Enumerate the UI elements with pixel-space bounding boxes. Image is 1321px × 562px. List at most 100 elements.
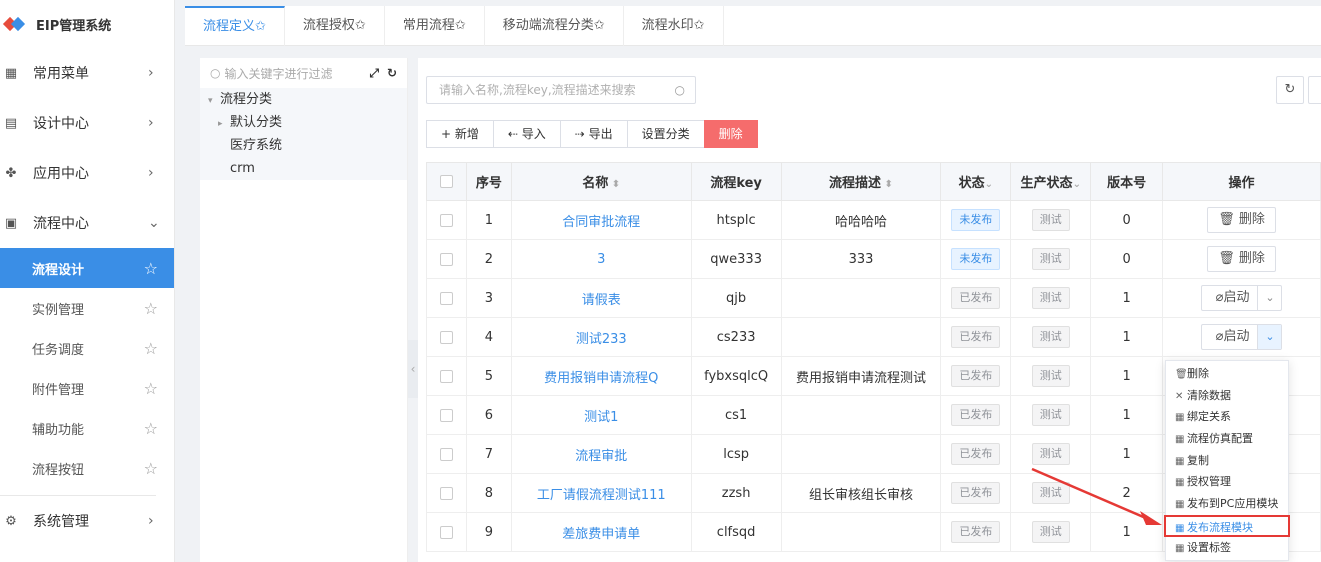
row-actions-cell: ⌀启动 ⌄ — [1162, 278, 1321, 318]
tree-node-root[interactable]: ▾ 流程分类 — [200, 88, 407, 111]
status-badge: 已发布 — [951, 443, 1001, 465]
process-name-link[interactable]: 差旅费申请单 — [562, 527, 640, 542]
tree-node[interactable]: 医疗系统 — [200, 134, 407, 157]
sidebar-menu-1[interactable]: ▤ 设计中心 › — [0, 98, 174, 148]
sidebar-subitem-2[interactable]: 任务调度 ☆ — [0, 328, 174, 368]
chevron-down-icon[interactable]: ⌄ — [1073, 179, 1081, 190]
tree-node[interactable]: ▸ 默认分类 — [200, 111, 407, 134]
sidebar-subitem-3[interactable]: 附件管理 ☆ — [0, 368, 174, 408]
select-all-checkbox[interactable] — [439, 175, 453, 188]
add-button[interactable]: + 新增 — [426, 120, 494, 148]
star-icon[interactable]: ☆ — [144, 379, 158, 398]
dropdown-item-1[interactable]: ✕ 清除数据 — [1166, 385, 1288, 407]
tab-0[interactable]: 流程定义✩ — [185, 6, 285, 46]
row-checkbox[interactable] — [439, 369, 453, 383]
process-name-link[interactable]: 工厂请假流程测试111 — [537, 488, 666, 503]
expand-icon[interactable]: ⤢ — [369, 66, 379, 81]
row-select-cell — [426, 278, 467, 318]
row-checkbox[interactable] — [439, 330, 453, 344]
sort-icon[interactable]: ⬍ — [881, 179, 893, 190]
sidebar-subitem-4[interactable]: 辅助功能 ☆ — [0, 408, 174, 448]
column-header-label: 流程描述 — [829, 176, 882, 191]
process-name-link[interactable]: 流程审批 — [575, 449, 627, 464]
dropdown-item-0[interactable]: 🗑删除 — [1166, 363, 1288, 385]
star-icon[interactable]: ☆ — [144, 339, 158, 358]
refresh-button[interactable]: ↻ — [1276, 76, 1304, 104]
collapse-handle[interactable]: ‹ — [408, 340, 418, 398]
row-delete-button[interactable]: 🗑 删除 — [1207, 207, 1276, 233]
row-select-cell — [426, 317, 467, 357]
row-description — [780, 278, 942, 318]
sidebar-subitem-1[interactable]: 实例管理 ☆ — [0, 288, 174, 328]
star-icon[interactable]: ☆ — [144, 299, 158, 318]
status-badge: 已发布 — [951, 287, 1001, 309]
refresh-icon[interactable]: ↻ — [387, 66, 397, 80]
set-category-button[interactable]: 设置分类 — [626, 120, 705, 148]
trash-icon: 🗑 — [1218, 212, 1239, 227]
row-checkbox[interactable] — [439, 408, 453, 422]
sidebar-menu-3[interactable]: ▣ 流程中心 ⌄ — [0, 198, 174, 248]
dropdown-item-5[interactable]: ▦ 授权管理 — [1166, 471, 1288, 493]
tree-search-input[interactable]: ○ 输入关键字进行过滤 ⤢ ↻ — [200, 58, 407, 88]
column-header[interactable]: 状态⌄ — [940, 162, 1012, 201]
chevron-down-icon[interactable]: ⌄ — [1257, 325, 1282, 349]
more-button[interactable] — [1308, 76, 1321, 104]
table-row: 2 3 qwe333 333 未发布 测试 0 🗑 删除 — [426, 239, 1321, 279]
row-checkbox[interactable] — [439, 252, 453, 266]
prod-status-badge: 测试 — [1031, 287, 1070, 309]
sidebar-subitem-0[interactable]: 流程设计 ☆ — [0, 248, 174, 288]
star-icon[interactable]: ☆ — [144, 259, 158, 278]
row-key: fybxsqlcQ — [690, 356, 782, 396]
row-checkbox[interactable] — [439, 525, 453, 539]
dropdown-item-6[interactable]: ▦ 发布到PC应用模块 — [1166, 493, 1288, 515]
tab-1[interactable]: 流程授权✩ — [285, 6, 385, 46]
sort-icon[interactable]: ⬍ — [608, 179, 620, 190]
row-delete-button[interactable]: 🗑 删除 — [1207, 246, 1276, 272]
dropdown-item-7[interactable]: ▦ 发布流程模块 — [1164, 514, 1290, 537]
process-name-link[interactable]: 测试233 — [576, 332, 627, 347]
process-name-link[interactable]: 合同审批流程 — [562, 215, 640, 230]
tab-2[interactable]: 常用流程✩ — [385, 6, 485, 46]
row-description — [780, 512, 942, 552]
row-version: 2 — [1090, 473, 1164, 513]
row-delete-label: 删除 — [1238, 212, 1265, 227]
row-checkbox[interactable] — [439, 486, 453, 500]
column-header[interactable]: 名称 ⬍ — [510, 162, 692, 201]
prod-status-badge: 测试 — [1031, 482, 1070, 504]
sidebar-subitem-5[interactable]: 流程按钮 ☆ — [0, 448, 174, 488]
column-header[interactable]: 生产状态⌄ — [1010, 162, 1092, 201]
import-button[interactable]: ⇠ 导入 — [492, 120, 561, 148]
tab-4[interactable]: 流程水印✩ — [624, 6, 724, 46]
row-actions-cell: 🗑 删除 — [1162, 200, 1321, 240]
process-name-link[interactable]: 3 — [597, 252, 605, 267]
category-tree: ○ 输入关键字进行过滤 ⤢ ↻ ▾ 流程分类 ▸ 默认分类 医疗系统 crm — [200, 58, 408, 562]
dropdown-item-8[interactable]: ▦ 设置标签 — [1166, 537, 1288, 559]
row-start-button[interactable]: ⌀启动 — [1202, 286, 1258, 310]
sidebar-menu-2[interactable]: ✤ 应用中心 › — [0, 148, 174, 198]
search-input[interactable]: 请输入名称,流程key,流程描述来搜索 ○ — [426, 76, 696, 104]
dropdown-item-2[interactable]: ▦ 绑定关系 — [1166, 406, 1288, 428]
row-description: 哈哈哈哈 — [780, 200, 942, 240]
row-checkbox[interactable] — [439, 213, 453, 227]
grid-icon: ▦ — [1175, 499, 1185, 511]
chevron-down-icon[interactable]: ⌄ — [985, 179, 993, 190]
process-name-link[interactable]: 费用报销申请流程Q — [544, 371, 658, 386]
row-start-button[interactable]: ⌀启动 — [1202, 325, 1258, 349]
row-checkbox[interactable] — [439, 447, 453, 461]
column-header[interactable]: 流程描述 ⬍ — [780, 162, 942, 201]
export-button[interactable]: ⇢ 导出 — [559, 120, 628, 148]
tab-3[interactable]: 移动端流程分类✩ — [485, 6, 624, 46]
tree-node[interactable]: crm — [200, 157, 407, 180]
star-icon[interactable]: ☆ — [144, 459, 158, 478]
chevron-down-icon[interactable]: ⌄ — [1257, 286, 1281, 310]
sidebar-menu-0[interactable]: ▦ 常用菜单 › — [0, 48, 174, 98]
process-name-link[interactable]: 请假表 — [582, 293, 621, 308]
process-name-link[interactable]: 测试1 — [584, 410, 618, 425]
delete-button[interactable]: 删除 — [703, 120, 758, 148]
gear-icon: ⚙ — [5, 513, 17, 529]
dropdown-item-3[interactable]: ▦ 流程仿真配置 — [1166, 428, 1288, 450]
sidebar-menu-system[interactable]: ⚙ 系统管理 › — [0, 496, 174, 546]
dropdown-item-4[interactable]: ▦ 复制 — [1166, 450, 1288, 472]
star-icon[interactable]: ☆ — [144, 419, 158, 438]
row-checkbox[interactable] — [439, 291, 453, 305]
